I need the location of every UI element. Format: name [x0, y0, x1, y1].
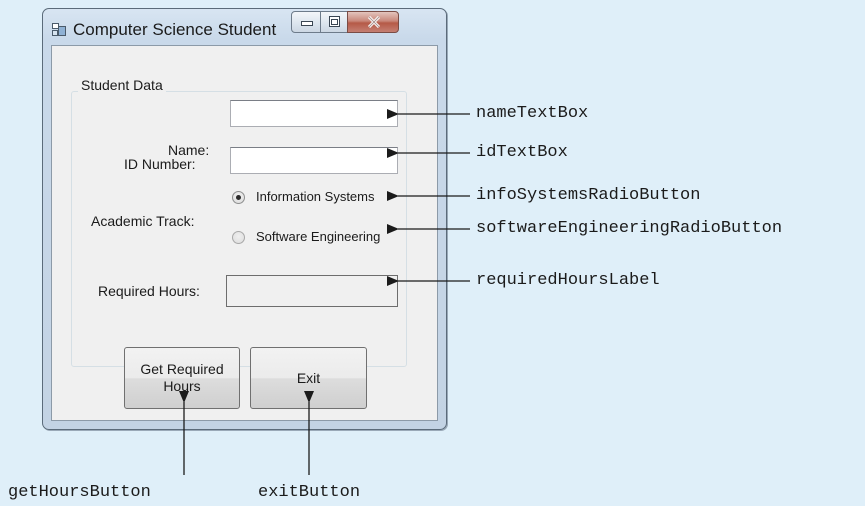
minimize-button[interactable]: [291, 11, 321, 33]
close-icon: [367, 16, 381, 28]
software-engineering-radio-button[interactable]: Software Engineering: [232, 229, 402, 247]
academic-track-label: Academic Track:: [91, 213, 195, 229]
groupbox-title: Student Data: [78, 77, 166, 93]
maximize-icon: [329, 16, 340, 27]
radio-unselected-icon: [232, 231, 245, 244]
info-systems-radio-button[interactable]: Information Systems: [232, 189, 402, 207]
id-callout: idTextBox: [476, 143, 568, 162]
get-hours-callout: getHoursButton: [8, 483, 151, 502]
id-number-label: ID Number:: [124, 156, 196, 172]
radio-selected-icon: [232, 191, 245, 204]
info-systems-label: Information Systems: [256, 189, 375, 204]
get-hours-button[interactable]: Get Required Hours: [124, 347, 240, 409]
name-text-box[interactable]: [230, 100, 398, 127]
title-bar[interactable]: Computer Science Student: [43, 9, 446, 45]
maximize-button[interactable]: [320, 11, 348, 33]
info-systems-callout: infoSystemsRadioButton: [476, 186, 701, 205]
id-text-box[interactable]: [230, 147, 398, 174]
exit-callout: exitButton: [258, 483, 361, 502]
window-title: Computer Science Student: [73, 20, 277, 39]
app-window: Computer Science Student Student Data Na…: [42, 8, 447, 430]
form-client-area: Student Data Name: ID Number: Academic T…: [51, 45, 438, 421]
minimize-icon: [301, 21, 313, 26]
required-hours-callout: requiredHoursLabel: [476, 271, 660, 290]
required-hours-label: [226, 275, 398, 307]
app-form-icon: [52, 23, 66, 36]
name-callout: nameTextBox: [476, 104, 589, 123]
close-button[interactable]: [347, 11, 399, 33]
software-engineering-callout: softwareEngineeringRadioButton: [476, 219, 783, 238]
exit-button[interactable]: Exit: [250, 347, 367, 409]
software-engineering-label: Software Engineering: [256, 229, 381, 244]
required-hours-caption: Required Hours:: [98, 283, 200, 299]
